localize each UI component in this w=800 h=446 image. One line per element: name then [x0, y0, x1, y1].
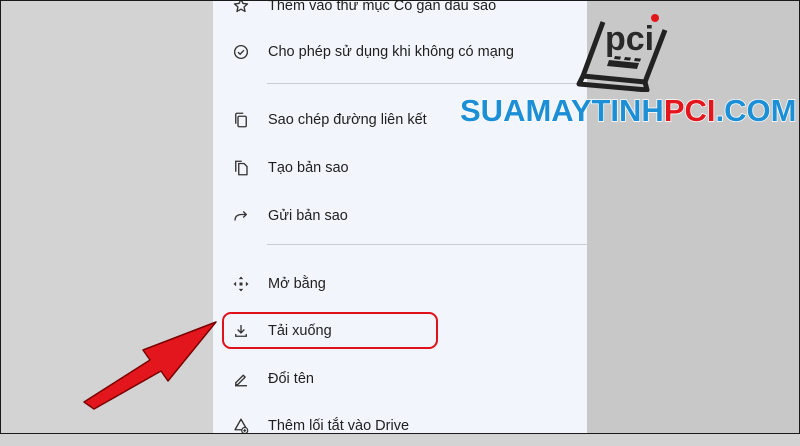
image-border [0, 0, 800, 434]
